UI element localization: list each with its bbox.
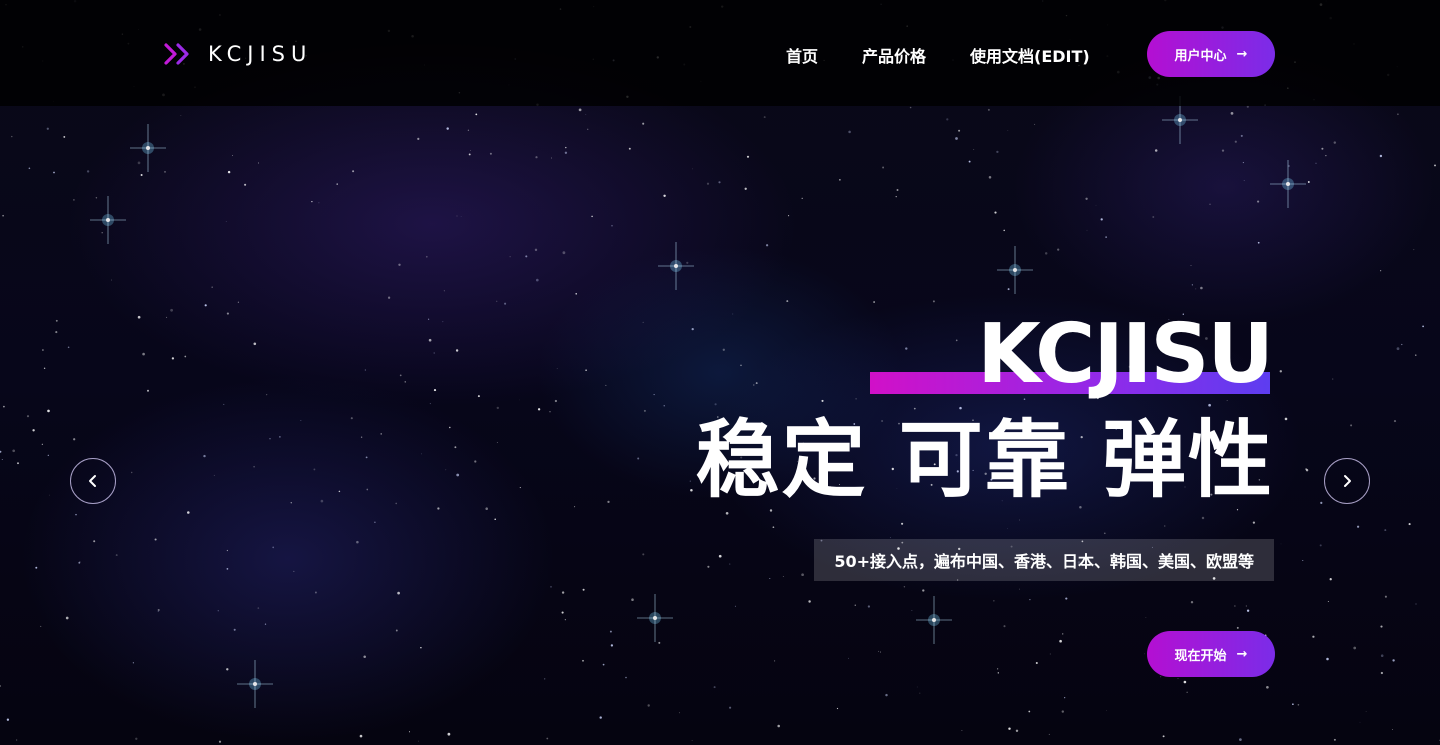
- nav-menu: 首页 产品价格 使用文档(EDIT): [786, 43, 1090, 67]
- get-started-label: 现在开始: [1174, 648, 1227, 664]
- get-started-button[interactable]: 现在开始 →: [1147, 631, 1275, 677]
- slider-next-button[interactable]: [1324, 458, 1370, 504]
- nav-item-pricing[interactable]: 产品价格: [862, 43, 926, 67]
- user-center-button[interactable]: 用户中心 →: [1147, 31, 1275, 77]
- logo[interactable]: KCJISU: [164, 42, 312, 66]
- slider-prev-button[interactable]: [70, 458, 116, 504]
- arrow-right-icon: →: [1236, 646, 1248, 662]
- top-navbar: KCJISU 首页 产品价格 使用文档(EDIT) 用户中心 →: [0, 0, 1440, 106]
- hero-subtitle: 稳定 可靠 弹性: [695, 411, 1274, 509]
- logo-text: KCJISU: [208, 42, 313, 66]
- chevron-left-icon: [89, 475, 96, 487]
- hero-slider: KCJISU 首页 产品价格 使用文档(EDIT) 用户中心 → KCJISU …: [0, 0, 1440, 745]
- double-chevron-right-icon: [164, 43, 189, 65]
- arrow-right-icon: →: [1236, 46, 1248, 62]
- hero-title: KCJISU: [977, 307, 1274, 402]
- user-center-label: 用户中心: [1174, 48, 1227, 64]
- nav-item-docs[interactable]: 使用文档(EDIT): [970, 43, 1090, 67]
- nav-item-home[interactable]: 首页: [786, 43, 818, 67]
- hero-note-text: 50+接入点，遍布中国、香港、日本、韩国、美国、欧盟等: [834, 552, 1254, 571]
- hero-note: 50+接入点，遍布中国、香港、日本、韩国、美国、欧盟等: [814, 539, 1274, 581]
- chevron-right-icon: [1344, 475, 1351, 487]
